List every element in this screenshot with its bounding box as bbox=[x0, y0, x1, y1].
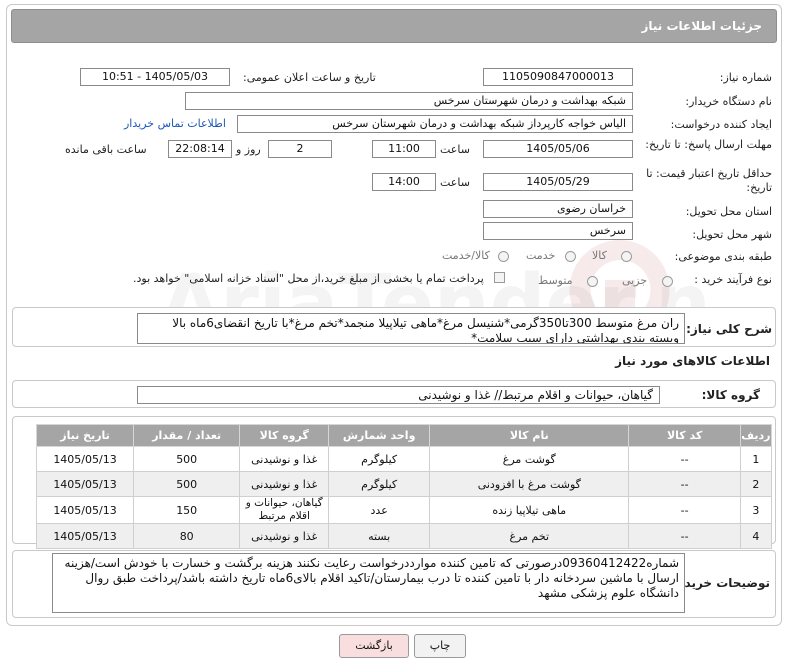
category-label: طبقه بندی موضوعی: bbox=[674, 250, 772, 263]
goods-group-field[interactable]: گیاهان، حیوانات و اقلام مرتبط// غذا و نو… bbox=[137, 386, 660, 404]
buyer-org-field[interactable]: شبکه بهداشت و درمان شهرستان سرخس bbox=[185, 92, 633, 110]
cell-group: غذا و نوشیدنی bbox=[239, 446, 330, 472]
goods-section-title: اطلاعات کالاهای مورد نیاز bbox=[615, 354, 770, 368]
process-minor-label: جزیی bbox=[622, 274, 648, 287]
buyer-notes-textarea[interactable]: شماره09360412422درصورتی که تامین کننده م… bbox=[52, 553, 685, 613]
cell-code: -- bbox=[628, 523, 741, 549]
cell-name: تخم مرغ bbox=[429, 523, 630, 549]
deadline-label: مهلت ارسال پاسخ: تا تاریخ: bbox=[645, 138, 772, 151]
deadline-date-field[interactable]: 1405/05/06 bbox=[483, 140, 633, 158]
category-service-radio[interactable] bbox=[565, 251, 576, 262]
category-goods-label: کالا bbox=[592, 249, 607, 262]
remaining-time-field[interactable]: 22:08:14 bbox=[168, 140, 232, 158]
city-field[interactable]: سرخس bbox=[483, 222, 633, 240]
col-row-header: ردیف bbox=[739, 424, 773, 447]
goods-table: ردیف کد کالا نام کالا واحد شمارش گروه کا… bbox=[35, 424, 773, 549]
category-goods-service-radio[interactable] bbox=[498, 251, 509, 262]
table-row[interactable]: 3 -- ماهی تیلاپیا زنده عدد گیاهان، حیوان… bbox=[35, 496, 773, 524]
col-unit-header: واحد شمارش bbox=[328, 424, 431, 447]
col-quantity-header: تعداد / مقدار bbox=[133, 424, 241, 447]
table-row[interactable]: 2 -- گوشت مرغ با افزودنی کیلوگرم غذا و ن… bbox=[35, 471, 773, 497]
category-service-label: خدمت bbox=[526, 249, 556, 262]
remaining-time-label: ساعت باقی مانده bbox=[65, 143, 147, 156]
cell-code: -- bbox=[628, 471, 741, 497]
days-label: روز و bbox=[236, 143, 261, 156]
treasury-payment-checkbox[interactable] bbox=[494, 272, 505, 283]
cell-row: 1 bbox=[739, 446, 773, 472]
col-name-header: نام کالا bbox=[429, 424, 630, 447]
cell-row: 3 bbox=[739, 496, 773, 524]
cell-date: 1405/05/13 bbox=[35, 496, 135, 524]
print-button[interactable]: چاپ bbox=[414, 634, 466, 658]
table-row[interactable]: 4 -- تخم مرغ بسته غذا و نوشیدنی 80 1405/… bbox=[35, 523, 773, 549]
cell-date: 1405/05/13 bbox=[35, 446, 135, 472]
province-field[interactable]: خراسان رضوی bbox=[483, 200, 633, 218]
deadline-time-field[interactable]: 11:00 bbox=[372, 140, 436, 158]
cell-name: گوشت مرغ با افزودنی bbox=[429, 471, 630, 497]
days-remaining-field[interactable]: 2 bbox=[268, 140, 332, 158]
cell-row: 4 bbox=[739, 523, 773, 549]
province-label: استان محل تحویل: bbox=[685, 205, 772, 218]
cell-date: 1405/05/13 bbox=[35, 523, 135, 549]
buyer-org-label: نام دستگاه خریدار: bbox=[685, 95, 772, 108]
col-group-header: گروه کالا bbox=[239, 424, 330, 447]
validity-time-label: ساعت bbox=[440, 176, 470, 189]
panel-title: جزئیات اطلاعات نیاز bbox=[641, 19, 762, 33]
creator-label: ایجاد کننده درخواست: bbox=[670, 118, 772, 131]
cell-unit: کیلوگرم bbox=[328, 446, 431, 472]
announce-datetime-field[interactable]: 1405/05/03 - 10:51 bbox=[80, 68, 230, 86]
cell-quantity: 500 bbox=[133, 446, 241, 472]
announce-datetime-label: تاریخ و ساعت اعلان عمومی: bbox=[243, 71, 376, 84]
cell-row: 2 bbox=[739, 471, 773, 497]
cell-quantity: 80 bbox=[133, 523, 241, 549]
validity-time-field[interactable]: 14:00 bbox=[372, 173, 436, 191]
creator-field[interactable]: الیاس خواجه کارپرداز شبکه بهداشت و درمان… bbox=[237, 115, 633, 133]
panel-header: جزئیات اطلاعات نیاز bbox=[11, 9, 777, 43]
cell-unit: عدد bbox=[328, 496, 431, 524]
deadline-time-label: ساعت bbox=[440, 143, 470, 156]
need-number-field[interactable]: 1105090847000013 bbox=[483, 68, 633, 86]
summary-label: شرح کلی نیاز: bbox=[686, 322, 772, 336]
table-row[interactable]: 1 -- گوشت مرغ کیلوگرم غذا و نوشیدنی 500 … bbox=[35, 446, 773, 472]
col-code-header: کد کالا bbox=[628, 424, 741, 447]
cell-code: -- bbox=[628, 446, 741, 472]
cell-unit: بسته bbox=[328, 523, 431, 549]
summary-textarea[interactable]: ران مرغ متوسط 300تا350گرمی*شنیسل مرغ*ماه… bbox=[137, 313, 685, 344]
cell-quantity: 150 bbox=[133, 496, 241, 524]
process-medium-radio[interactable] bbox=[587, 276, 598, 287]
treasury-payment-note: پرداخت تمام یا بخشی از مبلغ خرید،از محل … bbox=[133, 272, 484, 285]
process-type-label: نوع فرآیند خرید : bbox=[694, 273, 772, 286]
process-minor-radio[interactable] bbox=[662, 276, 673, 287]
city-label: شهر محل تحویل: bbox=[692, 228, 772, 241]
cell-group: غذا و نوشیدنی bbox=[239, 523, 330, 549]
cell-name: گوشت مرغ bbox=[429, 446, 630, 472]
cell-code: -- bbox=[628, 496, 741, 524]
table-header-row: ردیف کد کالا نام کالا واحد شمارش گروه کا… bbox=[35, 424, 773, 447]
process-medium-label: متوسط bbox=[538, 274, 573, 287]
cell-name: ماهی تیلاپیا زنده bbox=[429, 496, 630, 524]
goods-group-label: گروه کالا: bbox=[701, 388, 760, 402]
category-goods-radio[interactable] bbox=[621, 251, 632, 262]
cell-group: غذا و نوشیدنی bbox=[239, 471, 330, 497]
col-date-header: تاریخ نیاز bbox=[35, 424, 135, 447]
need-number-label: شماره نیاز: bbox=[719, 71, 772, 84]
cell-date: 1405/05/13 bbox=[35, 471, 135, 497]
cell-unit: کیلوگرم bbox=[328, 471, 431, 497]
cell-group: گیاهان، حیوانات و اقلام مرتبط bbox=[239, 496, 330, 524]
validity-date-field[interactable]: 1405/05/29 bbox=[483, 173, 633, 191]
buyer-contact-link[interactable]: اطلاعات تماس خریدار bbox=[124, 117, 226, 130]
validity-label: حداقل تاریخ اعتبار قیمت: تا تاریخ: bbox=[646, 167, 772, 194]
cell-quantity: 500 bbox=[133, 471, 241, 497]
back-button[interactable]: بازگشت bbox=[339, 634, 409, 658]
category-goods-service-label: کالا/خدمت bbox=[442, 249, 490, 262]
